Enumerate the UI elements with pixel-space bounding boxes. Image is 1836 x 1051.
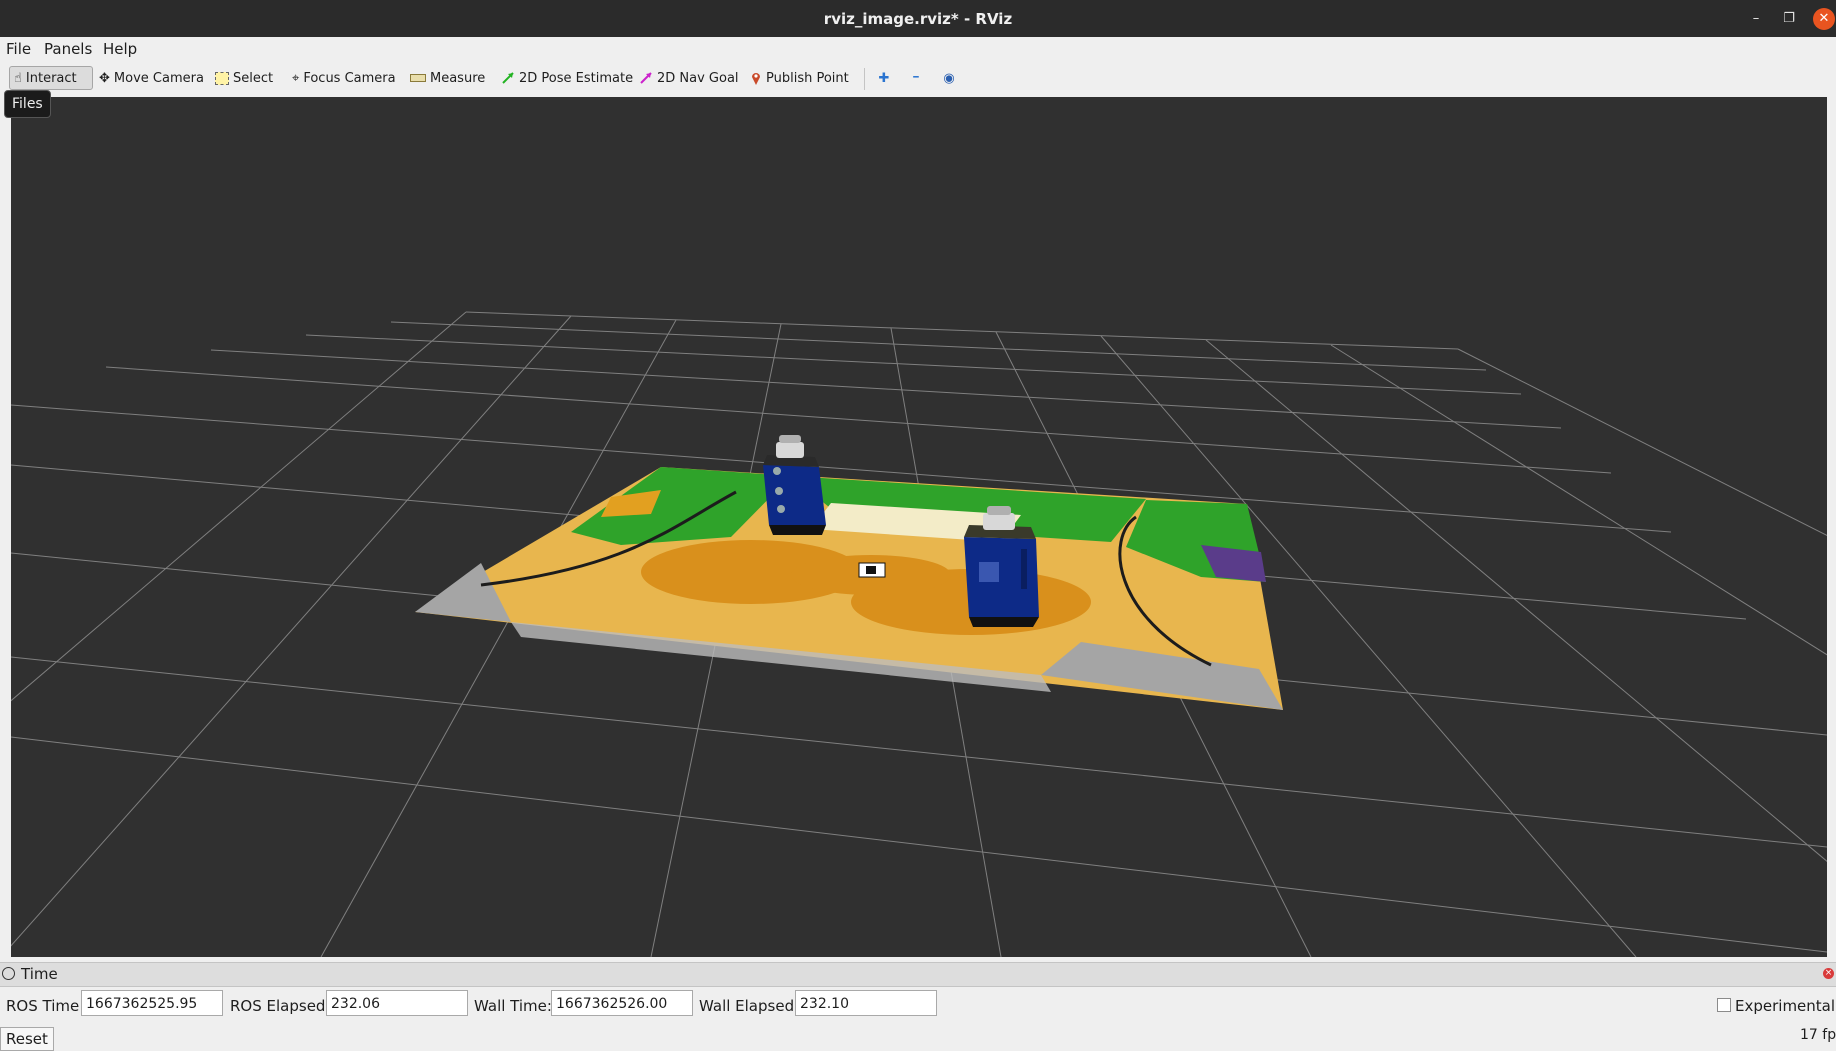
- focus-camera-tool-label: Focus Camera: [303, 70, 396, 86]
- menu-bar: File Panels Help: [0, 37, 1836, 60]
- ruler-icon: [410, 74, 426, 82]
- add-tool-button[interactable]: ✚: [872, 66, 896, 90]
- toolbar-separator: [864, 68, 865, 90]
- select-tool-button[interactable]: Select: [211, 66, 277, 90]
- interact-tool-button[interactable]: ☝ Interact: [9, 66, 93, 90]
- time-panel-header: Time ×: [0, 962, 1836, 987]
- move-icon: ✥: [99, 70, 110, 86]
- menu-file[interactable]: File: [6, 40, 31, 58]
- interact-tool-label: Interact: [25, 70, 77, 86]
- publish-point-tool-button[interactable]: Publish Point: [746, 66, 853, 90]
- publish-point-tool-label: Publish Point: [766, 70, 849, 86]
- pose-estimate-tool-label: 2D Pose Estimate: [519, 70, 634, 86]
- wall-elapsed-label: Wall Elapsed:: [699, 997, 800, 1015]
- nav-goal-tool-label: 2D Nav Goal: [657, 70, 739, 86]
- nav-arrow-icon: [640, 72, 652, 84]
- ros-elapsed-label: ROS Elapsed:: [230, 997, 331, 1015]
- pose-estimate-tool-button[interactable]: 2D Pose Estimate: [497, 66, 637, 90]
- nav-goal-tool-button[interactable]: 2D Nav Goal: [635, 66, 743, 90]
- move-camera-tool-label: Move Camera: [113, 70, 204, 86]
- left-dock-collapsed[interactable]: [0, 97, 11, 957]
- time-panel-title: Time: [21, 965, 58, 983]
- hand-icon: ☝: [14, 70, 22, 86]
- menu-panels[interactable]: Panels: [44, 40, 92, 58]
- fps-readout: 17 fp: [1800, 1027, 1836, 1043]
- time-panel: ROS Time: 1667362525.95 ROS Elapsed: 232…: [0, 986, 1836, 1022]
- reset-button[interactable]: Reset: [0, 1027, 54, 1051]
- pose-arrow-icon: [502, 72, 514, 84]
- experimental-label: Experimental: [1735, 997, 1836, 1015]
- minus-icon: ━: [913, 73, 919, 83]
- move-camera-tool-button[interactable]: ✥ Move Camera: [95, 66, 208, 90]
- minimize-button[interactable]: –: [1745, 8, 1767, 30]
- close-panel-icon[interactable]: ×: [1823, 968, 1834, 979]
- scene-canvas: [11, 311, 1827, 957]
- robot-left: [763, 435, 826, 535]
- menu-help[interactable]: Help: [103, 40, 137, 58]
- wall-elapsed-field[interactable]: 232.10: [795, 990, 937, 1016]
- ros-time-field[interactable]: 1667362525.95: [81, 990, 223, 1016]
- close-button[interactable]: ✕: [1813, 8, 1835, 30]
- eye-icon: ◉: [943, 70, 955, 86]
- experimental-checkbox[interactable]: [1717, 998, 1731, 1012]
- focus-camera-tool-button[interactable]: ⌖ Focus Camera: [288, 66, 400, 90]
- select-icon: [215, 71, 229, 85]
- arena-mat: [415, 467, 1283, 710]
- view-menu-button[interactable]: ◉: [937, 66, 961, 90]
- ros-time-label: ROS Time:: [6, 997, 85, 1015]
- map-pin-icon: [752, 73, 760, 85]
- maximize-button[interactable]: ❐: [1778, 8, 1800, 30]
- focus-icon: ⌖: [292, 70, 300, 86]
- window-titlebar: rviz_image.rviz* - RViz – ❐ ✕: [0, 0, 1836, 37]
- measure-tool-button[interactable]: Measure: [406, 66, 489, 90]
- plus-icon: ✚: [878, 70, 890, 86]
- wall-time-label: Wall Time:: [474, 997, 552, 1015]
- wall-time-field[interactable]: 1667362526.00: [551, 990, 693, 1016]
- ros-elapsed-field[interactable]: 232.06: [326, 990, 468, 1016]
- select-tool-label: Select: [233, 70, 274, 86]
- render-viewport[interactable]: [11, 97, 1827, 957]
- right-dock-collapsed[interactable]: [1827, 97, 1836, 957]
- window-title: rviz_image.rviz* - RViz: [823, 10, 1013, 28]
- clock-icon: [2, 967, 15, 980]
- tool-bar: ☝ Interact ✥ Move Camera Select ⌖ Focus …: [0, 60, 1836, 98]
- remove-tool-button[interactable]: ━: [904, 66, 928, 90]
- measure-tool-label: Measure: [430, 70, 486, 86]
- files-tooltip: Files: [4, 90, 51, 118]
